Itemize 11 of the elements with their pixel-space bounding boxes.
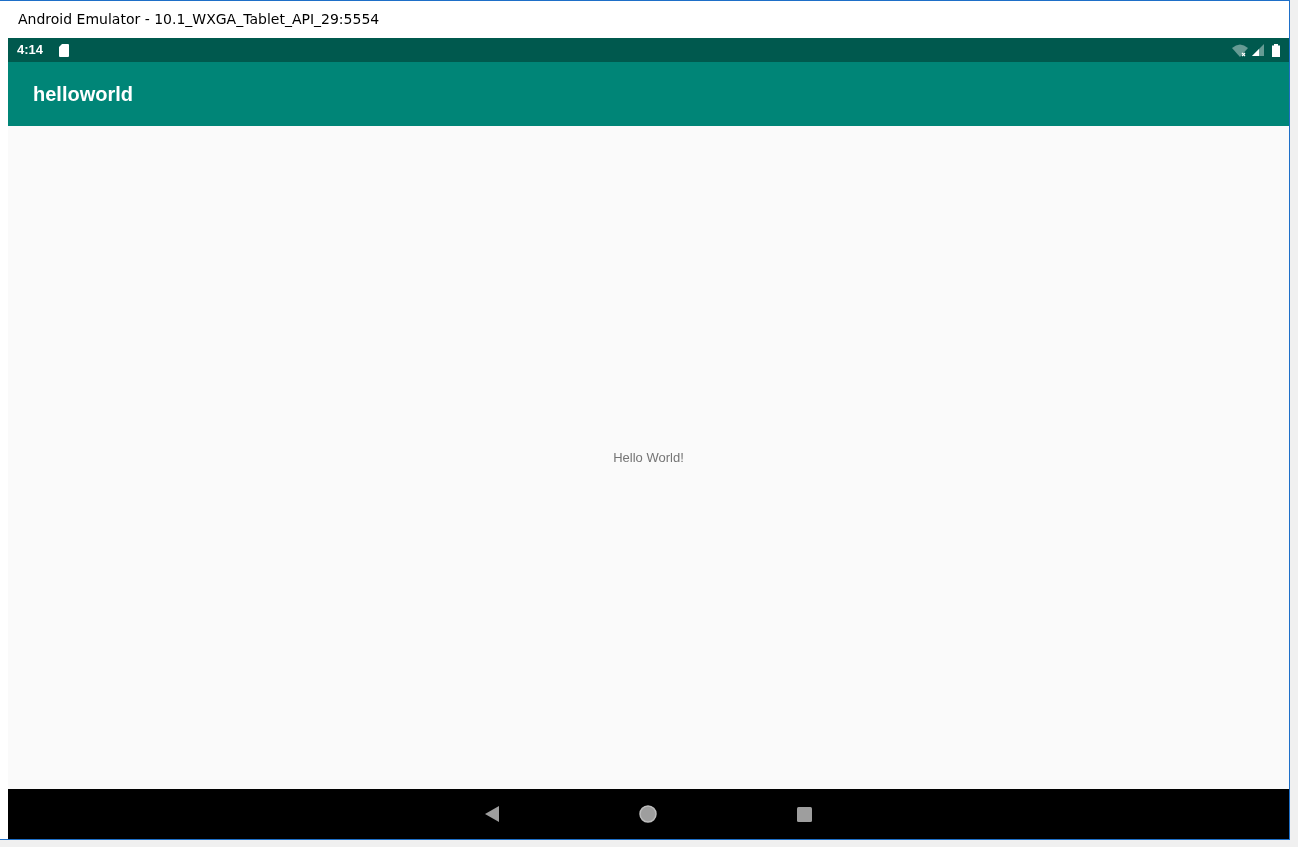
home-icon[interactable] [639, 805, 657, 823]
back-icon[interactable] [485, 806, 499, 822]
signal-icon [1252, 44, 1264, 56]
window-title: Android Emulator - 10.1_WXGA_Tablet_API_29:5554 [18, 10, 380, 29]
hello-text: Hello World! [613, 448, 684, 467]
status-time: 4:14 [17, 41, 44, 60]
sd-card-icon [59, 43, 70, 57]
app-title: helloworld [33, 82, 133, 107]
wifi-icon [1232, 43, 1248, 57]
battery-icon [1272, 43, 1280, 57]
overview-icon[interactable] [797, 806, 812, 822]
